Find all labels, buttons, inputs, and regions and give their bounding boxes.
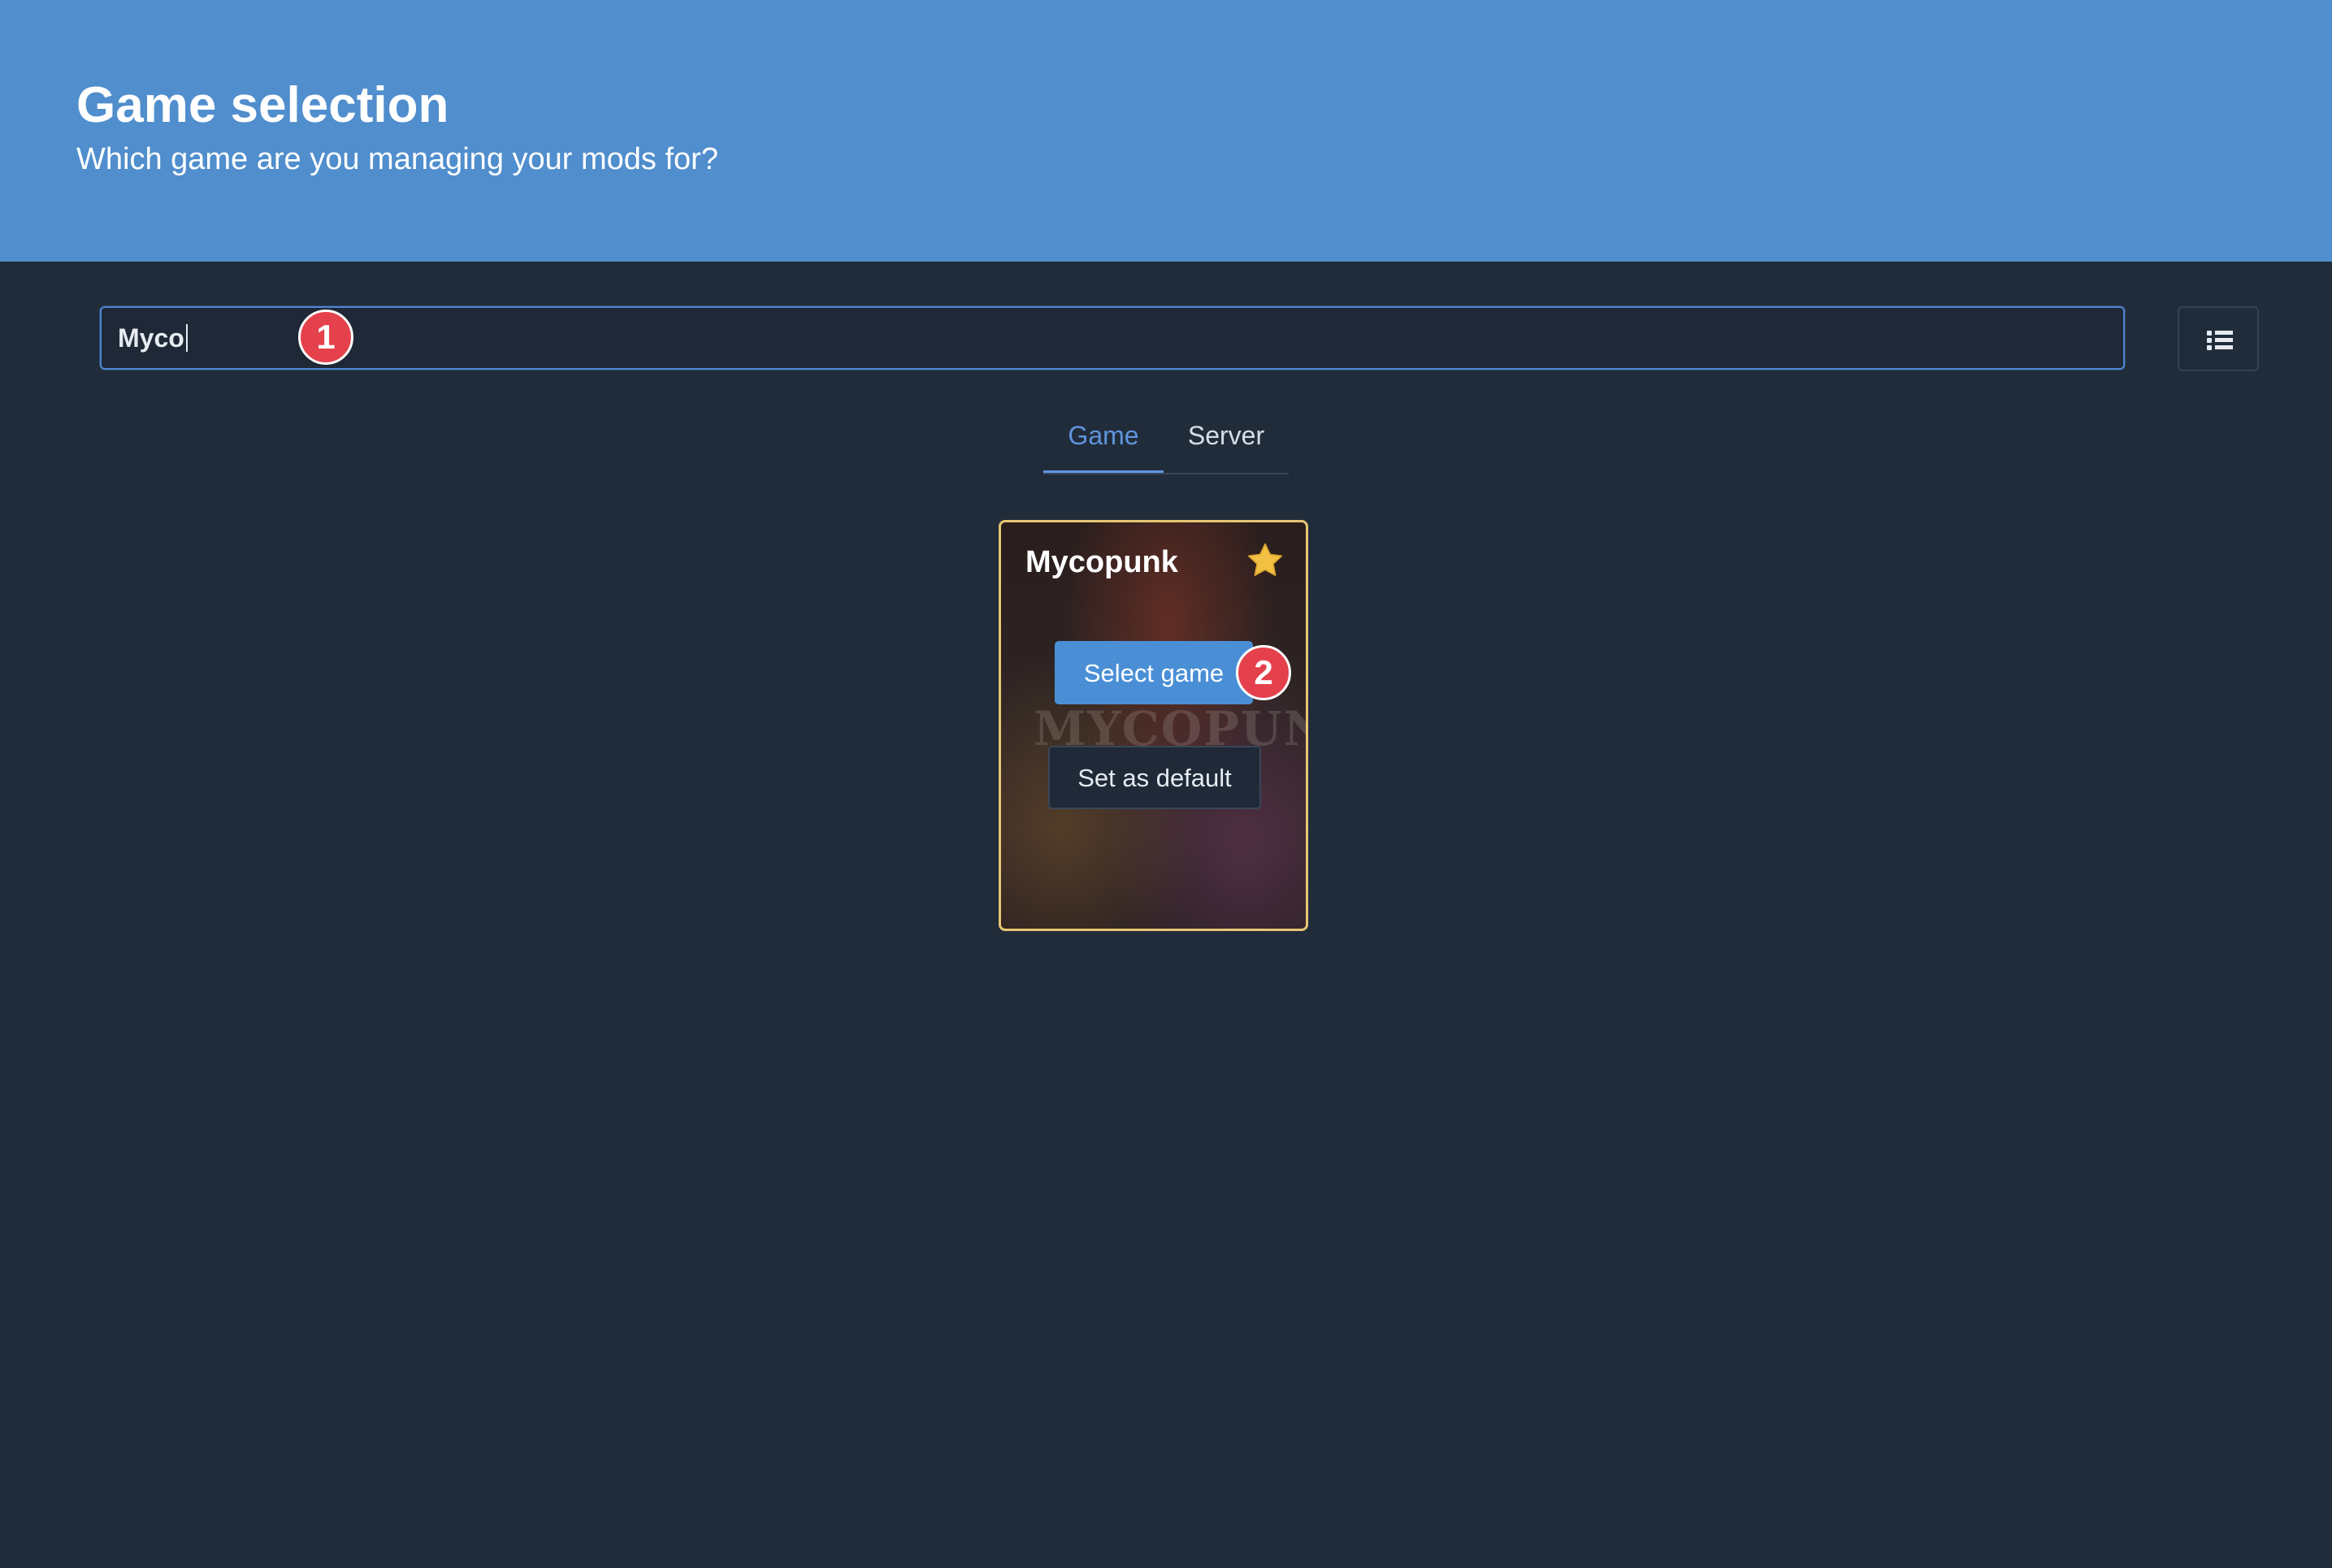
text-caret [185,324,188,352]
search-input-value: Myco [118,323,184,353]
game-selection-screen: Game selection Which game are you managi… [0,0,2332,1568]
tab-game[interactable]: Game [1043,413,1164,473]
page-subtitle: Which game are you managing your mods fo… [76,142,718,176]
game-type-tabs: Game Server [1043,413,1289,474]
annotation-marker-2: 2 [1236,645,1291,700]
view-toggle-button[interactable] [2178,306,2259,371]
set-default-button[interactable]: Set as default [1048,746,1261,809]
annotation-marker-1: 1 [298,310,353,365]
search-field[interactable]: Myco [100,306,2125,370]
search-input[interactable]: Myco [118,308,2100,368]
tab-server[interactable]: Server [1164,413,1289,473]
select-game-button[interactable]: Select game [1055,641,1253,704]
page-header: Game selection Which game are you managi… [0,0,2332,262]
page-title: Game selection [76,77,449,133]
game-card-title: Mycopunk [1025,545,1178,579]
list-icon [2207,330,2234,351]
star-icon[interactable] [1245,540,1285,581]
game-card-mycopunk[interactable]: MYCOPUNK Mycopunk Select game Set as def… [999,520,1308,931]
